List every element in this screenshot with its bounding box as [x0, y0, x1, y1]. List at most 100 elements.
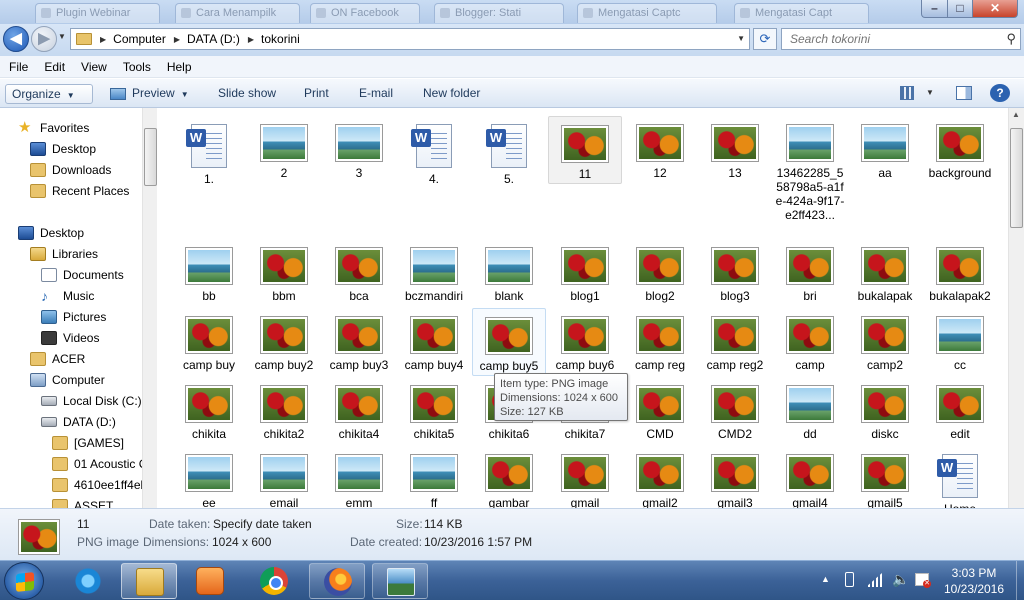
file-item[interactable]: chikita2: [247, 377, 321, 443]
file-item[interactable]: gmail2: [623, 446, 697, 508]
file-item[interactable]: bukalapak2: [923, 239, 997, 305]
file-item[interactable]: 2: [247, 116, 321, 182]
address-dropdown-icon[interactable]: ▼: [737, 34, 745, 43]
background-tab[interactable]: Plugin Webinar: [35, 3, 160, 23]
sidebar-item-recent-places[interactable]: Recent Places: [30, 181, 129, 201]
maximize-button[interactable]: □: [947, 0, 973, 18]
file-item[interactable]: bukalapak: [848, 239, 922, 305]
file-item[interactable]: 1.: [172, 116, 246, 188]
file-item[interactable]: gambar: [472, 446, 546, 508]
file-item[interactable]: 11: [548, 116, 622, 184]
sidebar-item-downloads[interactable]: Downloads: [30, 160, 111, 180]
breadcrumb-tokorini[interactable]: tokorini: [261, 32, 300, 46]
sidebar-item-videos[interactable]: Videos: [41, 328, 99, 348]
file-item[interactable]: background: [923, 116, 997, 182]
search-box[interactable]: ⚲: [781, 28, 1021, 50]
file-item[interactable]: 5.: [472, 116, 546, 188]
sidebar-item-local-disk-c[interactable]: Local Disk (C:): [41, 391, 142, 411]
new-folder-button[interactable]: New folder: [417, 84, 486, 104]
view-dropdown-icon[interactable]: ▼: [926, 83, 934, 103]
file-item[interactable]: blog2: [623, 239, 697, 305]
file-item[interactable]: email: [247, 446, 321, 508]
back-button[interactable]: ◀: [3, 26, 29, 52]
file-item[interactable]: cc: [923, 308, 997, 374]
show-desktop-button[interactable]: [1016, 561, 1024, 600]
breadcrumb-arrow-icon[interactable]: ▶: [248, 35, 254, 44]
background-tab[interactable]: Mengatasi Captc: [577, 3, 717, 23]
taskbar-firefox[interactable]: [309, 563, 365, 599]
file-item[interactable]: chikita: [172, 377, 246, 443]
sidebar-item-games[interactable]: [GAMES]: [52, 433, 124, 453]
menu-edit[interactable]: Edit: [35, 56, 72, 77]
organize-button[interactable]: Organize ▼: [5, 84, 93, 104]
sidebar-item-pictures[interactable]: Pictures: [41, 307, 106, 327]
file-item[interactable]: aa: [848, 116, 922, 182]
volume-icon[interactable]: 🔈: [892, 571, 909, 588]
slideshow-button[interactable]: Slide show: [212, 84, 282, 104]
history-dropdown-icon[interactable]: ▼: [58, 32, 66, 41]
file-item[interactable]: ee: [172, 446, 246, 508]
sidebar-item-music[interactable]: ♪ Music: [41, 286, 94, 306]
file-item[interactable]: diskc: [848, 377, 922, 443]
minimize-button[interactable]: –: [921, 0, 948, 18]
menu-view[interactable]: View: [72, 56, 114, 77]
sidebar-item-favorites[interactable]: ★ Favorites: [18, 118, 89, 138]
file-item[interactable]: camp2: [848, 308, 922, 374]
detail-date-taken-value[interactable]: Specify date taken: [213, 517, 312, 531]
file-item[interactable]: blog1: [548, 239, 622, 305]
file-item[interactable]: dd: [773, 377, 847, 443]
forward-button[interactable]: ▶: [31, 26, 57, 52]
nav-scrollbar[interactable]: [142, 108, 157, 508]
file-item[interactable]: camp: [773, 308, 847, 374]
sidebar-item-documents[interactable]: Documents: [41, 265, 124, 285]
taskbar-ie[interactable]: [60, 563, 116, 599]
file-item[interactable]: camp buy4: [397, 308, 471, 374]
file-item[interactable]: chikita4: [322, 377, 396, 443]
file-item[interactable]: gmail: [548, 446, 622, 508]
preview-button[interactable]: Preview ▼: [104, 84, 195, 104]
search-input[interactable]: [782, 29, 992, 49]
menu-tools[interactable]: Tools: [114, 56, 158, 77]
close-button[interactable]: ✕: [972, 0, 1018, 18]
sidebar-item-desktop[interactable]: Desktop: [30, 139, 96, 159]
network-icon[interactable]: [866, 573, 882, 587]
content-scrollbar[interactable]: ▲: [1008, 108, 1024, 508]
sidebar-item-computer[interactable]: Computer: [30, 370, 105, 390]
file-item[interactable]: CMD: [623, 377, 697, 443]
view-options-icon[interactable]: [900, 83, 918, 103]
breadcrumb-arrow-icon[interactable]: ▶: [174, 35, 180, 44]
file-item[interactable]: camp buy: [172, 308, 246, 374]
breadcrumb-arrow-icon[interactable]: ▶: [100, 35, 106, 44]
background-tab[interactable]: Cara Menampilk: [175, 3, 300, 23]
file-item[interactable]: ff: [397, 446, 471, 508]
sidebar-item-asset[interactable]: ASSET: [52, 496, 113, 508]
file-item[interactable]: 13: [698, 116, 772, 182]
file-item[interactable]: CMD2: [698, 377, 772, 443]
breadcrumb-computer[interactable]: Computer: [113, 32, 166, 46]
sidebar-item-acer[interactable]: ACER: [30, 349, 85, 369]
file-item[interactable]: 13462285_558798a5-a1fe-424a-9f17-e2ff423…: [773, 116, 847, 224]
content-scroll-thumb[interactable]: [1010, 128, 1023, 228]
background-tab[interactable]: ON Facebook: [310, 3, 420, 23]
address-bar[interactable]: ▶ Computer ▶ DATA (D:) ▶ tokorini ▼: [70, 28, 750, 50]
search-icon[interactable]: ⚲: [1006, 31, 1016, 47]
print-button[interactable]: Print: [298, 84, 335, 104]
tray-expand-icon[interactable]: ▲: [821, 574, 830, 584]
file-item[interactable]: edit: [923, 377, 997, 443]
file-item[interactable]: camp buy2: [247, 308, 321, 374]
file-item[interactable]: gmail5: [848, 446, 922, 508]
sidebar-item-data-d[interactable]: DATA (D:): [41, 412, 116, 432]
menu-file[interactable]: File: [0, 56, 35, 77]
file-item[interactable]: gmail3: [698, 446, 772, 508]
preview-pane-icon[interactable]: [956, 83, 974, 103]
file-item[interactable]: blank: [472, 239, 546, 305]
system-clock[interactable]: 3:03 PM 10/23/2016: [934, 565, 1014, 597]
file-item[interactable]: bri: [773, 239, 847, 305]
file-item[interactable]: bbm: [247, 239, 321, 305]
menu-help[interactable]: Help: [158, 56, 199, 77]
taskbar-explorer[interactable]: [121, 563, 177, 599]
scroll-up-icon[interactable]: ▲: [1012, 110, 1020, 119]
file-item[interactable]: bczmandiri: [397, 239, 471, 305]
file-item[interactable]: blog3: [698, 239, 772, 305]
file-item[interactable]: camp buy5: [472, 308, 546, 376]
